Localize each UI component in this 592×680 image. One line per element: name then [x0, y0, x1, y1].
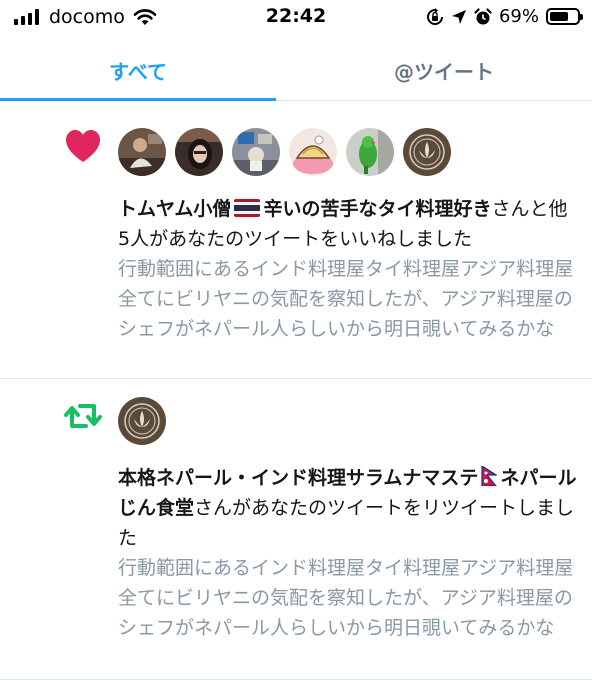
- avatar[interactable]: [289, 128, 337, 176]
- avatar[interactable]: [232, 128, 280, 176]
- actor-name-suffix[interactable]: 辛いの苦手なタイ料理好き: [263, 198, 491, 220]
- notification-retweet[interactable]: 本格ネパール・インド料理サラムナマステ ネパールじん食堂さんがあなたのツイートをリ…: [0, 379, 592, 680]
- actor-name[interactable]: トムヤム小僧: [118, 198, 231, 220]
- thailand-flag: [234, 199, 261, 217]
- notification-tabs: すべて @ツイート: [0, 40, 592, 101]
- battery-icon: [546, 8, 583, 25]
- actor-name[interactable]: 本格ネパール・インド料理サラムナマステ: [118, 467, 478, 489]
- location-arrow-icon: [451, 9, 466, 24]
- avatar[interactable]: [403, 128, 451, 176]
- battery-percent: 69%: [498, 6, 539, 27]
- avatar[interactable]: [118, 397, 166, 445]
- retweeter-avatars: [118, 397, 166, 445]
- heart-icon: [66, 130, 100, 162]
- avatar[interactable]: [346, 128, 394, 176]
- tweet-preview[interactable]: 行動範囲にあるインド料理屋タイ料理屋アジア料理屋全てにビリヤニの気配を察知したが…: [118, 254, 578, 344]
- retweet-icon: [64, 404, 102, 428]
- tweet-preview[interactable]: 行動範囲にあるインド料理屋タイ料理屋アジア料理屋全てにビリヤニの気配を察知したが…: [118, 553, 578, 643]
- notification-message: トムヤム小僧 辛いの苦手なタイ料理好きさんと他5人があなたのツイートをいいねしまし…: [118, 194, 578, 254]
- rotation-lock-icon: [426, 7, 443, 25]
- tab-all[interactable]: すべて: [0, 40, 276, 100]
- liker-avatars: [118, 128, 451, 176]
- status-right: 69%: [426, 6, 583, 27]
- notification-message: 本格ネパール・インド料理サラムナマステ ネパールじん食堂さんがあなたのツイートをリ…: [118, 463, 578, 553]
- avatar[interactable]: [118, 128, 166, 176]
- avatar[interactable]: [175, 128, 223, 176]
- nepal-flag: [481, 466, 498, 486]
- alarm-icon: [474, 7, 492, 24]
- notification-like[interactable]: トムヤム小僧 辛いの苦手なタイ料理好きさんと他5人があなたのツイートをいいねしまし…: [0, 101, 592, 379]
- status-bar: docomo 22:42 69%: [0, 0, 592, 40]
- tab-mentions[interactable]: @ツイート: [296, 40, 592, 100]
